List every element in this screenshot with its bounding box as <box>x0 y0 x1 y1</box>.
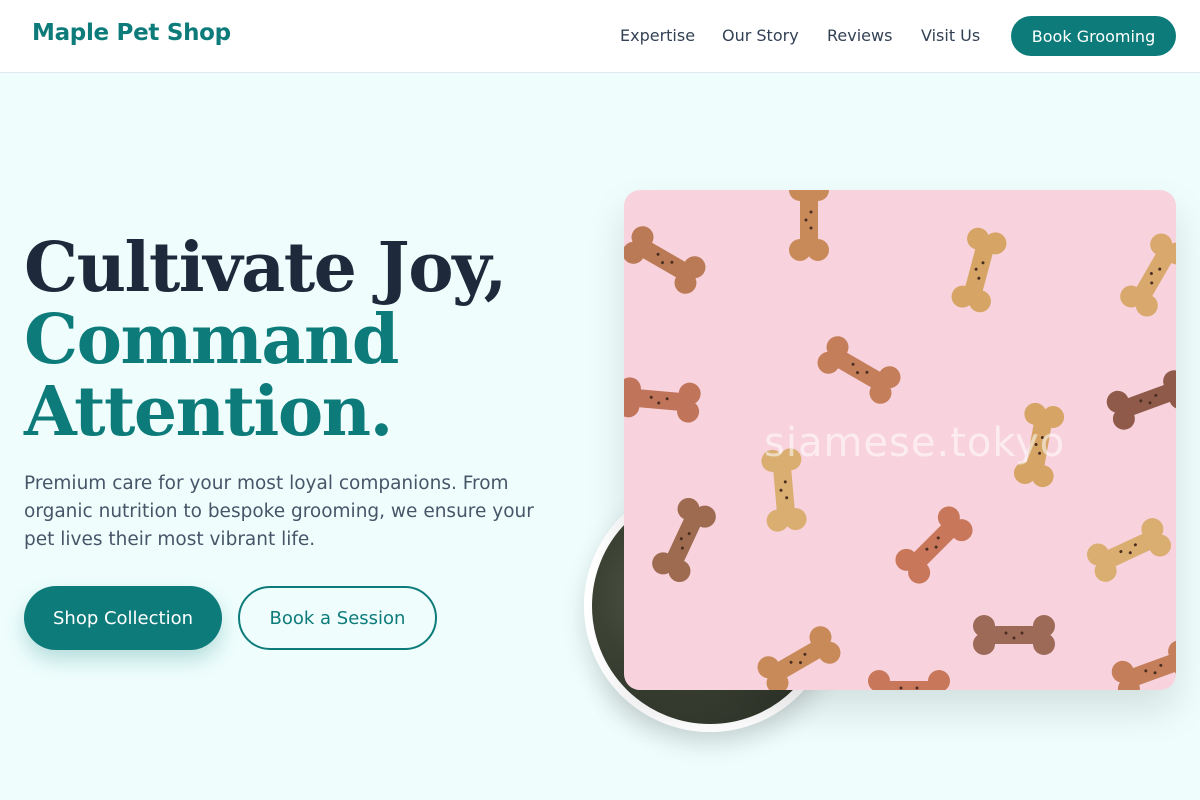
nav-link-expertise[interactable]: Expertise <box>620 26 695 45</box>
hero-description: Premium care for your most loyal compani… <box>24 473 534 550</box>
bone-treat <box>951 227 1007 313</box>
bone-treat <box>624 226 706 294</box>
bone-treat <box>895 506 973 584</box>
headline-line-2: Command <box>24 300 399 380</box>
bone-treat <box>1120 233 1176 317</box>
headline-line-3: Attention. <box>24 372 393 452</box>
image-watermark: siamese.tokyo <box>764 420 1066 466</box>
book-grooming-button[interactable]: Book Grooming <box>1011 16 1176 56</box>
site-header: Maple Pet Shop Expertise Our Story Revie… <box>0 0 1200 73</box>
bone-treat <box>817 336 901 404</box>
bone-treat <box>1106 370 1176 430</box>
bone-treat <box>789 190 829 261</box>
bone-treat <box>624 377 701 423</box>
bone-treat <box>973 615 1055 655</box>
bone-treat <box>757 626 841 690</box>
brand-logo[interactable]: Maple Pet Shop <box>32 20 231 46</box>
nav-link-reviews[interactable]: Reviews <box>827 26 892 45</box>
dog-treats-photo: siamese.tokyo <box>624 190 1176 690</box>
bone-treat <box>868 670 950 690</box>
hero-headline: Cultivate Joy, Command Attention. <box>24 232 584 448</box>
bone-treat <box>1087 518 1171 582</box>
nav-link-visit-us[interactable]: Visit Us <box>921 26 980 45</box>
book-session-button[interactable]: Book a Session <box>238 586 437 650</box>
shop-collection-button[interactable]: Shop Collection <box>24 586 222 650</box>
bone-treat <box>652 498 716 582</box>
nav-link-our-story[interactable]: Our Story <box>722 26 799 45</box>
headline-line-1: Cultivate Joy, <box>24 228 507 308</box>
bone-treat <box>1111 640 1176 690</box>
